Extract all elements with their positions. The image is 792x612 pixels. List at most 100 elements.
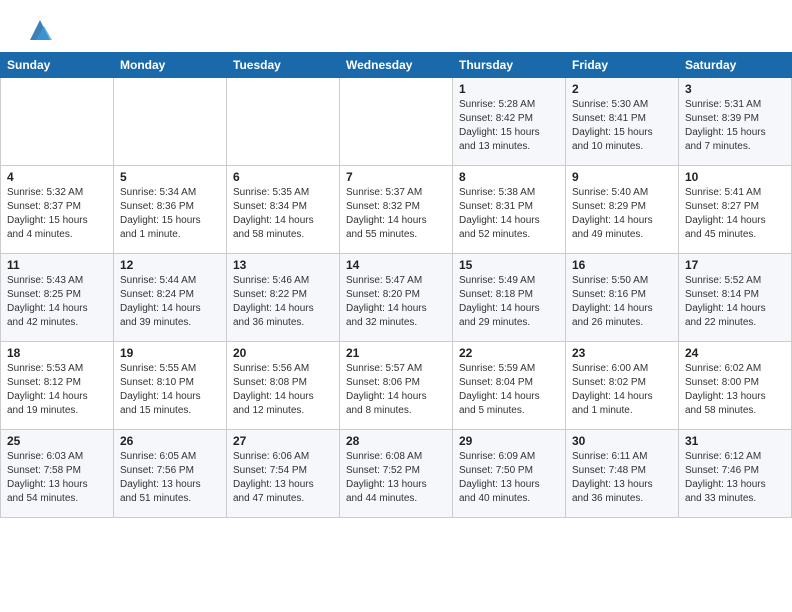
- day-info: Sunrise: 6:02 AM Sunset: 8:00 PM Dayligh…: [685, 362, 785, 418]
- day-info: Sunrise: 6:00 AM Sunset: 8:02 PM Dayligh…: [572, 362, 672, 418]
- calendar-day-cell: 21 Sunrise: 5:57 AM Sunset: 8:06 PM Dayli…: [340, 342, 453, 430]
- calendar-day-cell: [1, 78, 114, 166]
- calendar-day-cell: 20Sunrise: 5:56 AM Sunset: 8:08 PM Dayli…: [227, 342, 340, 430]
- day-info: Sunrise: 6:09 AM Sunset: 7:50 PM Dayligh…: [459, 450, 559, 506]
- day-number: 13: [233, 258, 333, 272]
- day-number: 17: [685, 258, 785, 272]
- day-info: Sunrise: 5:46 AM Sunset: 8:22 PM Dayligh…: [233, 274, 333, 330]
- day-info: Sunrise: 6:08 AM Sunset: 7:52 PM Dayligh…: [346, 450, 446, 506]
- day-info: Sunrise: 5:40 AM Sunset: 8:29 PM Dayligh…: [572, 186, 672, 242]
- day-info: Sunrise: 5:50 AM Sunset: 8:16 PM Dayligh…: [572, 274, 672, 330]
- day-info: Sunrise: 6:11 AM Sunset: 7:48 PM Dayligh…: [572, 450, 672, 506]
- day-info: Sunrise: 5:31 AM Sunset: 8:39 PM Dayligh…: [685, 98, 785, 154]
- calendar-day-cell: 11 Sunrise: 5:43 AM Sunset: 8:25 PM Dayli…: [1, 254, 114, 342]
- calendar-day-cell: 29 Sunrise: 6:09 AM Sunset: 7:50 PM Dayli…: [453, 430, 566, 518]
- calendar-day-cell: 17 Sunrise: 5:52 AM Sunset: 8:14 PM Dayli…: [679, 254, 792, 342]
- day-number: 28: [346, 434, 446, 448]
- day-info: Sunrise: 6:03 AM Sunset: 7:58 PM Dayligh…: [7, 450, 107, 506]
- day-info: Sunrise: 5:53 AM Sunset: 8:12 PM Dayligh…: [7, 362, 107, 418]
- calendar-header-row: SundayMondayTuesdayWednesdayThursdayFrid…: [1, 53, 792, 78]
- weekday-header-sunday: Sunday: [1, 53, 114, 78]
- weekday-header-wednesday: Wednesday: [340, 53, 453, 78]
- calendar-day-cell: [114, 78, 227, 166]
- calendar-day-cell: 2 Sunrise: 5:30 AM Sunset: 8:41 PM Daylig…: [566, 78, 679, 166]
- calendar-day-cell: 10 Sunrise: 5:41 AM Sunset: 8:27 PM Dayli…: [679, 166, 792, 254]
- calendar-week-row: 18 Sunrise: 5:53 AM Sunset: 8:12 PM Dayli…: [1, 342, 792, 430]
- day-number: 18: [7, 346, 107, 360]
- calendar-day-cell: 12Sunrise: 5:44 AM Sunset: 8:24 PM Dayli…: [114, 254, 227, 342]
- day-number: 9: [572, 170, 672, 184]
- calendar-week-row: 25 Sunrise: 6:03 AM Sunset: 7:58 PM Dayli…: [1, 430, 792, 518]
- calendar-day-cell: 31Sunrise: 6:12 AM Sunset: 7:46 PM Dayli…: [679, 430, 792, 518]
- day-number: 12: [120, 258, 220, 272]
- weekday-header-monday: Monday: [114, 53, 227, 78]
- day-info: Sunrise: 5:55 AM Sunset: 8:10 PM Dayligh…: [120, 362, 220, 418]
- day-info: Sunrise: 5:38 AM Sunset: 8:31 PM Dayligh…: [459, 186, 559, 242]
- page-header: [0, 0, 792, 52]
- calendar-day-cell: 15 Sunrise: 5:49 AM Sunset: 8:18 PM Dayli…: [453, 254, 566, 342]
- day-info: Sunrise: 5:41 AM Sunset: 8:27 PM Dayligh…: [685, 186, 785, 242]
- calendar-day-cell: 25 Sunrise: 6:03 AM Sunset: 7:58 PM Dayli…: [1, 430, 114, 518]
- day-number: 11: [7, 258, 107, 272]
- day-info: Sunrise: 5:47 AM Sunset: 8:20 PM Dayligh…: [346, 274, 446, 330]
- day-number: 7: [346, 170, 446, 184]
- calendar-day-cell: 13 Sunrise: 5:46 AM Sunset: 8:22 PM Dayli…: [227, 254, 340, 342]
- calendar-day-cell: 30 Sunrise: 6:11 AM Sunset: 7:48 PM Dayli…: [566, 430, 679, 518]
- day-number: 26: [120, 434, 220, 448]
- calendar-day-cell: 4 Sunrise: 5:32 AM Sunset: 8:37 PM Daylig…: [1, 166, 114, 254]
- day-info: Sunrise: 5:35 AM Sunset: 8:34 PM Dayligh…: [233, 186, 333, 242]
- calendar-day-cell: 16 Sunrise: 5:50 AM Sunset: 8:16 PM Dayli…: [566, 254, 679, 342]
- calendar-week-row: 1Sunrise: 5:28 AM Sunset: 8:42 PM Daylig…: [1, 78, 792, 166]
- calendar-week-row: 11 Sunrise: 5:43 AM Sunset: 8:25 PM Dayli…: [1, 254, 792, 342]
- day-number: 23: [572, 346, 672, 360]
- day-info: Sunrise: 5:34 AM Sunset: 8:36 PM Dayligh…: [120, 186, 220, 242]
- weekday-header-thursday: Thursday: [453, 53, 566, 78]
- logo: [20, 16, 54, 44]
- day-info: Sunrise: 6:06 AM Sunset: 7:54 PM Dayligh…: [233, 450, 333, 506]
- weekday-header-saturday: Saturday: [679, 53, 792, 78]
- calendar-day-cell: 3Sunrise: 5:31 AM Sunset: 8:39 PM Daylig…: [679, 78, 792, 166]
- calendar-day-cell: 5 Sunrise: 5:34 AM Sunset: 8:36 PM Daylig…: [114, 166, 227, 254]
- day-number: 25: [7, 434, 107, 448]
- day-info: Sunrise: 5:59 AM Sunset: 8:04 PM Dayligh…: [459, 362, 559, 418]
- day-number: 21: [346, 346, 446, 360]
- day-number: 16: [572, 258, 672, 272]
- day-number: 6: [233, 170, 333, 184]
- day-number: 19: [120, 346, 220, 360]
- calendar-day-cell: 6 Sunrise: 5:35 AM Sunset: 8:34 PM Daylig…: [227, 166, 340, 254]
- day-number: 31: [685, 434, 785, 448]
- day-info: Sunrise: 5:28 AM Sunset: 8:42 PM Dayligh…: [459, 98, 559, 154]
- calendar-day-cell: 22Sunrise: 5:59 AM Sunset: 8:04 PM Dayli…: [453, 342, 566, 430]
- weekday-header-friday: Friday: [566, 53, 679, 78]
- day-number: 5: [120, 170, 220, 184]
- day-info: Sunrise: 5:37 AM Sunset: 8:32 PM Dayligh…: [346, 186, 446, 242]
- calendar-table: SundayMondayTuesdayWednesdayThursdayFrid…: [0, 52, 792, 518]
- calendar-day-cell: 27 Sunrise: 6:06 AM Sunset: 7:54 PM Dayli…: [227, 430, 340, 518]
- day-number: 14: [346, 258, 446, 272]
- day-number: 30: [572, 434, 672, 448]
- day-number: 10: [685, 170, 785, 184]
- day-info: Sunrise: 5:32 AM Sunset: 8:37 PM Dayligh…: [7, 186, 107, 242]
- day-info: Sunrise: 5:52 AM Sunset: 8:14 PM Dayligh…: [685, 274, 785, 330]
- day-number: 8: [459, 170, 559, 184]
- day-number: 4: [7, 170, 107, 184]
- calendar-day-cell: 8 Sunrise: 5:38 AM Sunset: 8:31 PM Daylig…: [453, 166, 566, 254]
- day-number: 27: [233, 434, 333, 448]
- calendar-day-cell: 9 Sunrise: 5:40 AM Sunset: 8:29 PM Daylig…: [566, 166, 679, 254]
- day-number: 24: [685, 346, 785, 360]
- calendar-day-cell: 14 Sunrise: 5:47 AM Sunset: 8:20 PM Dayli…: [340, 254, 453, 342]
- day-info: Sunrise: 5:30 AM Sunset: 8:41 PM Dayligh…: [572, 98, 672, 154]
- day-number: 29: [459, 434, 559, 448]
- day-number: 15: [459, 258, 559, 272]
- calendar-day-cell: 19 Sunrise: 5:55 AM Sunset: 8:10 PM Dayli…: [114, 342, 227, 430]
- day-number: 2: [572, 82, 672, 96]
- day-info: Sunrise: 5:43 AM Sunset: 8:25 PM Dayligh…: [7, 274, 107, 330]
- calendar-day-cell: 18 Sunrise: 5:53 AM Sunset: 8:12 PM Dayli…: [1, 342, 114, 430]
- calendar-day-cell: 7 Sunrise: 5:37 AM Sunset: 8:32 PM Daylig…: [340, 166, 453, 254]
- calendar-day-cell: 26Sunrise: 6:05 AM Sunset: 7:56 PM Dayli…: [114, 430, 227, 518]
- calendar-day-cell: 28 Sunrise: 6:08 AM Sunset: 7:52 PM Dayli…: [340, 430, 453, 518]
- day-info: Sunrise: 5:57 AM Sunset: 8:06 PM Dayligh…: [346, 362, 446, 418]
- weekday-header-tuesday: Tuesday: [227, 53, 340, 78]
- calendar-week-row: 4 Sunrise: 5:32 AM Sunset: 8:37 PM Daylig…: [1, 166, 792, 254]
- day-info: Sunrise: 5:49 AM Sunset: 8:18 PM Dayligh…: [459, 274, 559, 330]
